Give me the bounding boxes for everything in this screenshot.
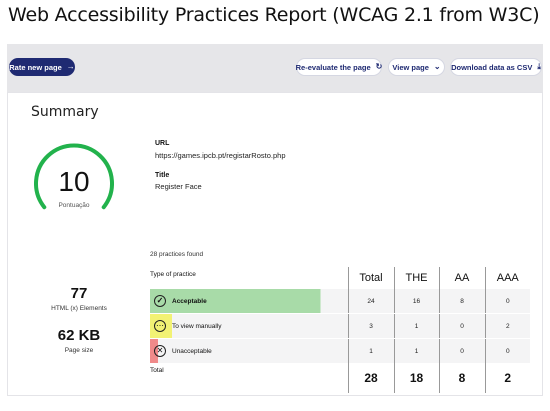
table-cell: 0 <box>438 339 485 363</box>
score-label: Pontuação <box>58 202 90 209</box>
table-cell: 0 <box>438 314 485 338</box>
column-header-the: THE <box>393 267 439 289</box>
table-cell: 0 <box>484 339 530 363</box>
total-cell: 8 <box>438 363 485 393</box>
practice-type-cell: ✓ Acceptable <box>150 289 348 313</box>
view-page-label: View page <box>392 62 429 72</box>
practice-type-cell: ✕ Unacceptable <box>150 339 348 363</box>
practice-type-bar: ✕ Unacceptable <box>150 339 348 363</box>
total-cell: 2 <box>484 363 530 393</box>
table-cell: 3 <box>347 314 394 338</box>
practice-type-cell: ⋯ To view manually <box>150 314 348 338</box>
table-cell: 8 <box>438 289 485 313</box>
table-cell: 2 <box>484 314 530 338</box>
page-size-value: 62 KB <box>57 327 101 344</box>
url-value: https://games.ipcb.pt/registarRosto.php <box>155 151 286 160</box>
table-row-to-view-manually: ⋯ To view manually 3 1 0 2 <box>150 314 530 338</box>
rate-new-page-button[interactable]: Rate new page → <box>9 58 75 76</box>
column-header-aaa: AAA <box>484 267 530 289</box>
download-csv-label: Download data as CSV <box>451 62 533 72</box>
table-cell: 1 <box>393 314 439 338</box>
practices-table: Type of practice Total THE AA AAA ✓ Acce… <box>150 267 530 393</box>
table-cell: 0 <box>484 289 530 313</box>
table-header-row: Type of practice Total THE AA AAA <box>150 267 530 289</box>
close-icon: ✕ <box>154 345 166 357</box>
practices-found-text: 28 practices found <box>150 251 204 258</box>
table-row-unacceptable: ✕ Unacceptable 1 1 0 0 <box>150 339 530 363</box>
url-label: URL <box>155 140 170 147</box>
refresh-icon: ↻ <box>375 62 383 71</box>
elements-label: HTML (x) Elements <box>51 305 107 312</box>
practice-type-label: To view manually <box>172 322 222 330</box>
check-icon: ✓ <box>154 295 166 307</box>
total-cell: 18 <box>393 363 439 393</box>
table-row-acceptable: ✓ Acceptable 24 16 8 0 <box>150 289 530 313</box>
practice-type-bar: ⋯ To view manually <box>150 314 348 338</box>
table-row-total: Total 28 18 8 2 <box>150 363 530 393</box>
table-cell: 1 <box>347 339 394 363</box>
score-value: 10 <box>58 166 90 197</box>
table-cell: 24 <box>347 289 394 313</box>
table-cell: 16 <box>393 289 439 313</box>
arrow-right-icon: → <box>66 62 75 71</box>
chevron-down-icon: ⌄ <box>433 62 441 71</box>
reevaluate-page-label: Re-evaluate the page <box>295 62 371 72</box>
rate-new-page-label: Rate new page <box>9 62 62 72</box>
total-label: Total <box>150 363 348 393</box>
type-of-practice-header: Type of practice <box>150 271 196 278</box>
reevaluate-page-button[interactable]: Re-evaluate the page ↻ <box>296 58 382 76</box>
page-size-label: Page size <box>64 347 94 354</box>
page-title: Web Accessibility Practices Report (WCAG… <box>8 4 540 26</box>
practice-type-bar: ✓ Acceptable <box>150 289 348 313</box>
table-cell: 1 <box>393 339 439 363</box>
summary-heading: Summary <box>31 104 99 120</box>
title-label: Title <box>155 172 170 179</box>
column-header-aa: AA <box>438 267 485 289</box>
elements-count: 77 <box>70 285 88 302</box>
title-value: Register Face <box>155 182 202 191</box>
column-header-total: Total <box>347 267 394 289</box>
practice-type-label: Unacceptable <box>172 347 212 355</box>
download-csv-button[interactable]: Download data as CSV ⤓ <box>450 58 542 76</box>
total-cell: 28 <box>347 363 394 393</box>
download-icon: ⤓ <box>537 62 541 71</box>
ellipsis-icon: ⋯ <box>154 320 166 332</box>
practice-type-label: Acceptable <box>172 297 207 305</box>
view-page-button[interactable]: View page ⌄ <box>388 58 445 76</box>
